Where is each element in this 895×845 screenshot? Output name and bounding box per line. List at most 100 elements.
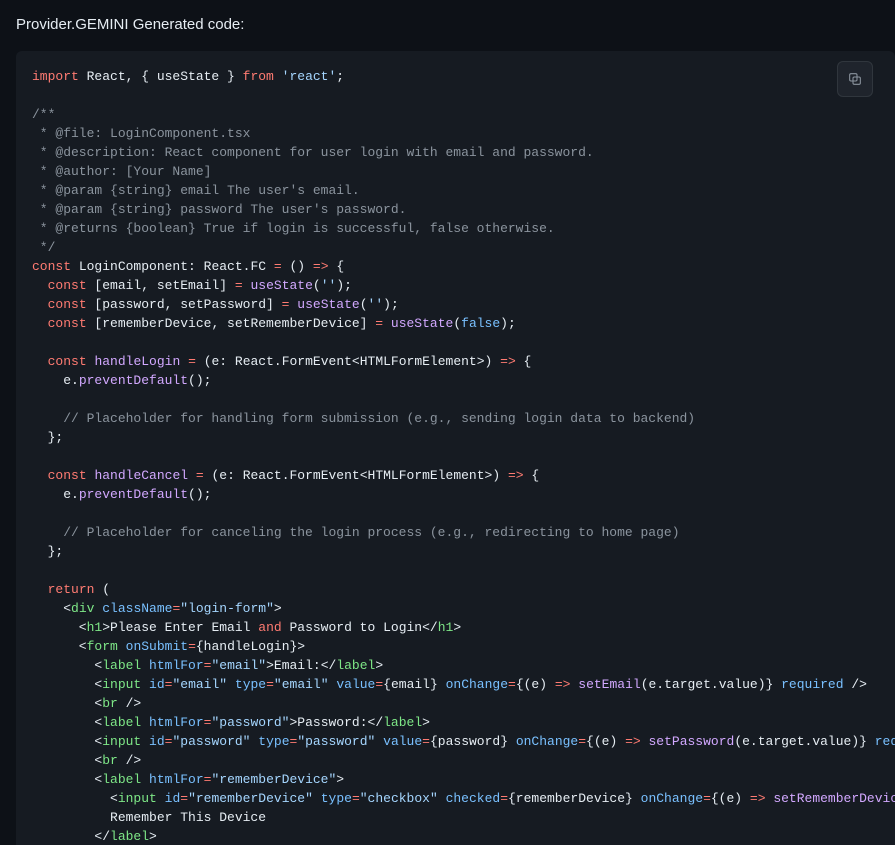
code-token	[375, 734, 383, 749]
code-token: htmlFor	[149, 772, 204, 787]
code-token	[227, 677, 235, 692]
code-token: className	[102, 601, 172, 616]
code-token: setPassword	[648, 734, 734, 749]
section-title: Provider.GEMINI Generated code:	[16, 16, 895, 33]
code-content: import React, { useState } from 'react';…	[16, 67, 895, 845]
code-token: (	[94, 582, 110, 597]
code-token: const	[32, 259, 71, 274]
code-token: =	[375, 677, 383, 692]
code-token: };	[32, 544, 63, 559]
code-token	[773, 677, 781, 692]
code-token: (	[453, 316, 461, 331]
code-token: * @file: LoginComponent.tsx	[32, 126, 250, 141]
code-token: 'react'	[282, 69, 337, 84]
code-token: Email:	[274, 658, 321, 673]
code-token: );	[500, 316, 516, 331]
code-token	[157, 791, 165, 806]
code-token: type	[235, 677, 266, 692]
code-token: };	[32, 430, 63, 445]
code-token: handleLogin	[94, 354, 180, 369]
code-token: preventDefault	[79, 487, 188, 502]
code-token: <	[32, 696, 102, 711]
code-token: [email, setEmail]	[87, 278, 235, 293]
code-token: >	[266, 658, 274, 673]
code-token: input	[102, 677, 141, 692]
code-token: >	[375, 658, 383, 673]
code-token: type	[258, 734, 289, 749]
code-token: =>	[313, 259, 329, 274]
code-token: preventDefault	[79, 373, 188, 388]
code-token: =>	[555, 677, 571, 692]
code-token: =	[188, 354, 196, 369]
code-token: =	[188, 639, 196, 654]
code-token: setEmail	[578, 677, 640, 692]
code-token: [password, setPassword]	[87, 297, 282, 312]
copy-button[interactable]	[837, 61, 873, 97]
code-token: {rememberDevice}	[508, 791, 633, 806]
code-token: h1	[87, 620, 103, 635]
code-token: {	[524, 468, 540, 483]
code-token: <	[32, 753, 102, 768]
code-token: return	[48, 582, 95, 597]
code-token: <	[32, 734, 102, 749]
code-token: <	[32, 639, 87, 654]
code-token: ''	[368, 297, 384, 312]
code-token: const	[48, 278, 87, 293]
code-token: =>	[750, 791, 766, 806]
code-token: {	[516, 354, 532, 369]
code-token: <	[32, 658, 102, 673]
code-token: * @description: React component for user…	[32, 145, 594, 160]
code-token: type	[321, 791, 352, 806]
code-token: onChange	[641, 791, 703, 806]
code-token: {password}	[430, 734, 508, 749]
code-token: {handleLogin}	[196, 639, 297, 654]
code-token: handleCancel	[94, 468, 188, 483]
code-token: (e.target.value)}	[734, 734, 867, 749]
code-token: />	[844, 677, 867, 692]
code-token: const	[48, 468, 87, 483]
code-token: input	[102, 734, 141, 749]
code-token	[32, 582, 48, 597]
code-token: =	[235, 278, 243, 293]
code-token: =>	[508, 468, 524, 483]
code-token: id	[165, 791, 181, 806]
code-token: // Placeholder for handling form submiss…	[32, 411, 695, 426]
code-token: =	[266, 677, 274, 692]
code-token: e.	[32, 373, 79, 388]
code-token: useState	[297, 297, 359, 312]
code-token: <	[32, 715, 102, 730]
code-token	[383, 316, 391, 331]
code-token: and	[258, 620, 281, 635]
code-token: onSubmit	[126, 639, 188, 654]
code-token: "email"	[172, 677, 227, 692]
code-token: =>	[625, 734, 641, 749]
code-token: br	[102, 753, 118, 768]
code-token: =	[703, 791, 711, 806]
code-token: =	[375, 316, 383, 331]
code-token: />	[118, 753, 141, 768]
code-token: id	[149, 734, 165, 749]
code-token: <	[32, 620, 87, 635]
code-token: (e.target.value)}	[641, 677, 774, 692]
code-token: =>	[500, 354, 516, 369]
code-token: value	[383, 734, 422, 749]
code-token: </	[368, 715, 384, 730]
code-token: React, { useState }	[79, 69, 243, 84]
code-token	[313, 791, 321, 806]
code-token: {	[329, 259, 345, 274]
code-token: value	[336, 677, 375, 692]
code-token: ()	[282, 259, 313, 274]
code-token	[188, 468, 196, 483]
code-token: {(e)	[711, 791, 750, 806]
copy-icon	[847, 71, 863, 87]
code-token: e.	[32, 487, 79, 502]
code-token: "password"	[172, 734, 250, 749]
code-token: * @returns {boolean} True if login is su…	[32, 221, 555, 236]
code-token: <	[32, 601, 71, 616]
code-token: </	[321, 658, 337, 673]
code-token: </	[422, 620, 438, 635]
code-token: useState	[250, 278, 312, 293]
code-token: (	[313, 278, 321, 293]
code-token	[508, 734, 516, 749]
code-token: /**	[32, 107, 55, 122]
